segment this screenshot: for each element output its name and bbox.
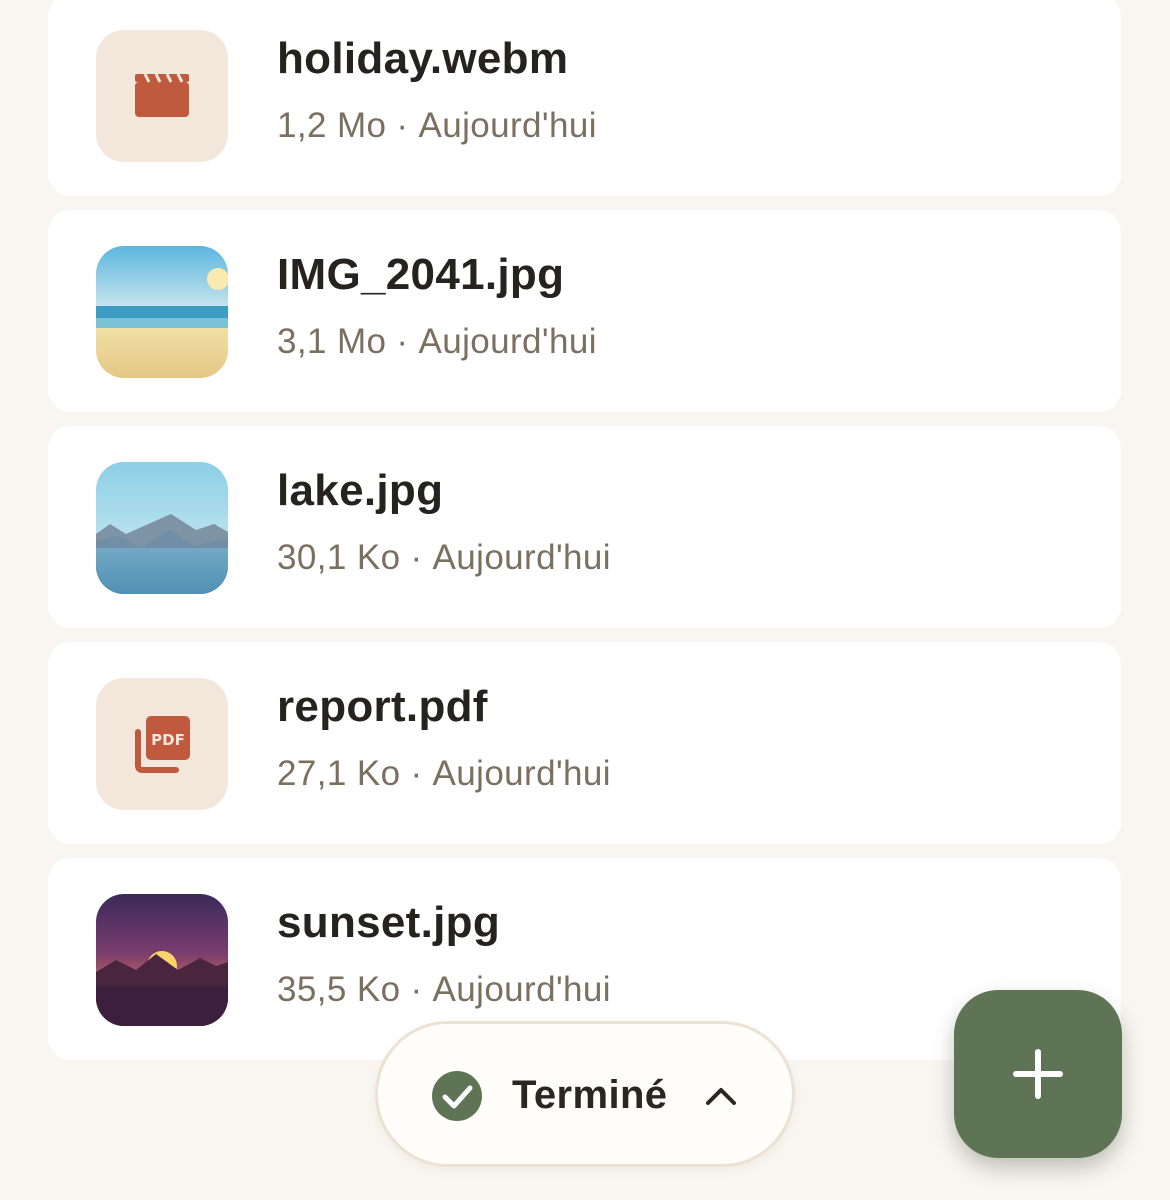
meta-separator: · <box>410 970 423 1009</box>
file-name: report.pdf <box>277 682 488 731</box>
pdf-icon-text: PDF <box>151 731 185 749</box>
file-date: Aujourd'hui <box>432 970 611 1009</box>
file-size: 30,1 Ko <box>277 538 401 577</box>
file-item-report-pdf[interactable]: PDF report.pdf 27,1 Ko · Aujourd'hui <box>48 642 1121 844</box>
file-item-lake[interactable]: lake.jpg 30,1 Ko · Aujourd'hui <box>48 426 1121 628</box>
add-file-button[interactable] <box>954 990 1122 1158</box>
file-size: 3,1 Mo <box>277 322 387 361</box>
meta-separator: · <box>410 538 423 577</box>
file-date: Aujourd'hui <box>432 754 611 793</box>
meta-separator: · <box>396 322 409 361</box>
file-size: 27,1 Ko <box>277 754 401 793</box>
file-meta: 30,1 Ko · Aujourd'hui <box>277 538 611 578</box>
upload-status-pill[interactable]: Terminé <box>375 1021 795 1167</box>
plus-icon <box>1013 1049 1063 1099</box>
file-date: Aujourd'hui <box>418 322 597 361</box>
file-meta: 3,1 Mo · Aujourd'hui <box>277 322 597 362</box>
file-date: Aujourd'hui <box>432 538 611 577</box>
meta-separator: · <box>410 754 423 793</box>
chevron-up-icon[interactable] <box>704 1083 738 1109</box>
file-meta: 27,1 Ko · Aujourd'hui <box>277 754 611 794</box>
file-item-img-2041[interactable]: IMG_2041.jpg 3,1 Mo · Aujourd'hui <box>48 210 1121 412</box>
file-size: 1,2 Mo <box>277 106 387 145</box>
lake-thumbnail <box>96 462 228 594</box>
file-date: Aujourd'hui <box>418 106 597 145</box>
file-name: IMG_2041.jpg <box>277 250 565 299</box>
video-clapper-icon <box>96 30 228 162</box>
file-size: 35,5 Ko <box>277 970 401 1009</box>
file-item-holiday-webm[interactable]: holiday.webm 1,2 Mo · Aujourd'hui <box>48 0 1121 196</box>
beach-thumbnail <box>96 246 228 378</box>
meta-separator: · <box>396 106 409 145</box>
sunset-thumbnail <box>96 894 228 1026</box>
upload-status-label: Terminé <box>512 1073 668 1117</box>
check-circle-icon <box>432 1071 482 1121</box>
file-name: lake.jpg <box>277 466 444 515</box>
pdf-icon: PDF <box>96 678 228 810</box>
file-meta: 35,5 Ko · Aujourd'hui <box>277 970 611 1010</box>
file-name: holiday.webm <box>277 34 569 83</box>
file-name: sunset.jpg <box>277 898 501 947</box>
file-meta: 1,2 Mo · Aujourd'hui <box>277 106 597 146</box>
